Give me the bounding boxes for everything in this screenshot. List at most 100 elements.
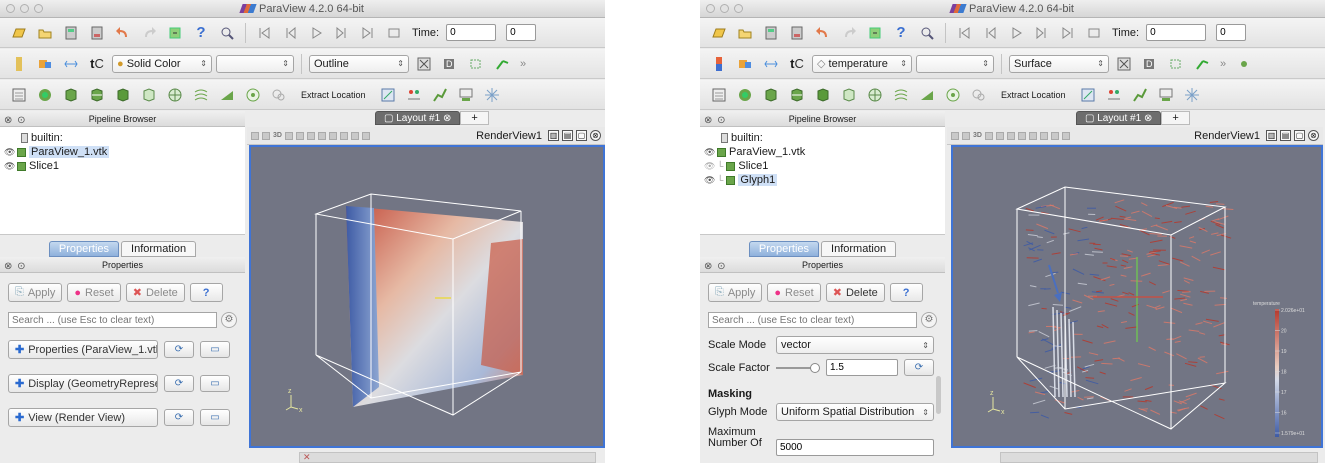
eye-icon[interactable]: 👁: [4, 161, 15, 172]
play-icon[interactable]: [305, 22, 327, 44]
first-frame-icon[interactable]: [953, 22, 975, 44]
reset-range-icon[interactable]: [34, 53, 56, 75]
help-button[interactable]: ?: [189, 283, 223, 302]
save-icon[interactable]: ▭: [200, 341, 230, 358]
first-frame-icon[interactable]: [253, 22, 275, 44]
plot-selection-icon[interactable]: [1103, 84, 1125, 106]
undo-icon[interactable]: [112, 22, 134, 44]
display-section-button[interactable]: ✚ Display (GeometryReprese: [8, 374, 158, 393]
search-input[interactable]: [708, 312, 918, 328]
pick-center-icon[interactable]: [1233, 53, 1255, 75]
redo-icon[interactable]: [138, 22, 160, 44]
component-select[interactable]: ⇕: [216, 54, 294, 73]
delete-button[interactable]: ✖ Delete: [825, 283, 885, 302]
loop-icon[interactable]: [1083, 22, 1105, 44]
connect-server-icon[interactable]: [164, 22, 186, 44]
group-datasets-icon[interactable]: [942, 84, 964, 106]
threshold-icon[interactable]: [812, 84, 834, 106]
contour-icon[interactable]: [34, 84, 56, 106]
save-state-icon[interactable]: [86, 22, 108, 44]
extract-location-button[interactable]: Extract Location: [297, 90, 370, 100]
warp-by-vector-icon[interactable]: [216, 84, 238, 106]
tab-information[interactable]: Information: [821, 241, 897, 257]
pipeline-item-glyph1[interactable]: 👁 └ Glyph1: [704, 173, 941, 187]
representation-select[interactable]: Surface ⇕: [1009, 54, 1109, 73]
snowflake-icon[interactable]: [481, 84, 503, 106]
dock-controls[interactable]: ⊗ ⊙: [704, 259, 727, 275]
representation-select[interactable]: Outline ⇕: [309, 54, 409, 73]
eye-icon[interactable]: 👁: [4, 147, 15, 158]
refresh-icon[interactable]: ⟳: [164, 341, 194, 358]
next-frame-icon[interactable]: [331, 22, 353, 44]
reset-button[interactable]: ● Reset: [67, 283, 121, 302]
camera-undo-icon[interactable]: [1165, 53, 1187, 75]
help-icon[interactable]: ?: [190, 22, 212, 44]
render-view[interactable]: z x: [249, 145, 605, 448]
help-icon[interactable]: ?: [890, 22, 912, 44]
dock-controls[interactable]: ⊗ ⊙: [4, 259, 27, 275]
more-tools-chevron-icon[interactable]: »: [1220, 58, 1226, 70]
component-select[interactable]: ⇕: [916, 54, 994, 73]
color-by-select[interactable]: ◇ temperature ⇕: [812, 54, 912, 73]
properties-section-button[interactable]: ✚ Properties (ParaView_1.vtk: [8, 340, 158, 359]
rescale-time-icon[interactable]: tC: [86, 53, 108, 75]
view-section-button[interactable]: ✚ View (Render View): [8, 408, 158, 427]
save-icon[interactable]: ▭: [200, 375, 230, 392]
eye-icon[interactable]: 👁: [704, 175, 715, 186]
open-icon[interactable]: [8, 22, 30, 44]
max-points-input[interactable]: [776, 439, 934, 456]
play-icon[interactable]: [1005, 22, 1027, 44]
extract-level-icon[interactable]: [968, 84, 990, 106]
close-view-icon[interactable]: ⊗: [590, 130, 601, 141]
reset-range-icon[interactable]: [734, 53, 756, 75]
apply-button[interactable]: ⎘ Apply: [708, 283, 763, 302]
gear-icon[interactable]: ⚙: [221, 312, 237, 328]
delete-button[interactable]: ✖ Delete: [125, 283, 185, 302]
last-frame-icon[interactable]: [1057, 22, 1079, 44]
zoom-to-data-icon[interactable]: D: [439, 53, 461, 75]
reset-camera-icon[interactable]: [1113, 53, 1135, 75]
reset-camera-icon[interactable]: [413, 53, 435, 75]
find-data-icon[interactable]: [216, 22, 238, 44]
stream-tracer-icon[interactable]: [890, 84, 912, 106]
histogram-icon[interactable]: [1155, 84, 1177, 106]
clip-icon[interactable]: [760, 84, 782, 106]
close-window-button[interactable]: [6, 4, 15, 13]
pipeline-item-builtin[interactable]: builtin:: [704, 131, 941, 145]
refresh-icon[interactable]: ⟳: [164, 375, 194, 392]
minimize-window-button[interactable]: [720, 4, 729, 13]
time-step-input[interactable]: [506, 24, 537, 41]
previous-frame-icon[interactable]: [979, 22, 1001, 44]
save-state-icon[interactable]: [786, 22, 808, 44]
scale-factor-slider[interactable]: [776, 362, 820, 373]
render-view[interactable]: z x temperature 2.026e+01 20 19 18 17 16 1.579…: [951, 145, 1323, 448]
pipeline-item-builtin[interactable]: builtin:: [4, 131, 241, 145]
eye-icon[interactable]: 👁: [704, 147, 715, 158]
histogram-icon[interactable]: [455, 84, 477, 106]
connect-server-icon[interactable]: [864, 22, 886, 44]
glyph-icon[interactable]: [164, 84, 186, 106]
next-frame-icon[interactable]: [1031, 22, 1053, 44]
time-input[interactable]: [446, 24, 497, 41]
camera-undo-icon[interactable]: [465, 53, 487, 75]
search-input[interactable]: [8, 312, 218, 328]
tab-properties[interactable]: Properties: [748, 241, 820, 257]
close-icon[interactable]: ✕: [303, 452, 311, 462]
color-map-editor-icon[interactable]: [708, 53, 730, 75]
zoom-window-button[interactable]: [734, 4, 743, 13]
slice-icon[interactable]: [86, 84, 108, 106]
calculator-icon[interactable]: [8, 84, 30, 106]
open-folder-icon[interactable]: [34, 22, 56, 44]
pipeline-item-slice1[interactable]: 👁 Slice1: [4, 159, 241, 173]
previous-frame-icon[interactable]: [279, 22, 301, 44]
plot-data-icon[interactable]: [429, 84, 451, 106]
loop-icon[interactable]: [383, 22, 405, 44]
slice-icon[interactable]: [786, 84, 808, 106]
snowflake-icon[interactable]: [1181, 84, 1203, 106]
dock-controls[interactable]: ⊗ ⊙: [704, 113, 727, 129]
threshold-icon[interactable]: [112, 84, 134, 106]
plot-over-line-icon[interactable]: [377, 84, 399, 106]
clip-icon[interactable]: [60, 84, 82, 106]
maximize-view-icon[interactable]: ▢: [576, 130, 587, 141]
plot-data-icon[interactable]: [1129, 84, 1151, 106]
